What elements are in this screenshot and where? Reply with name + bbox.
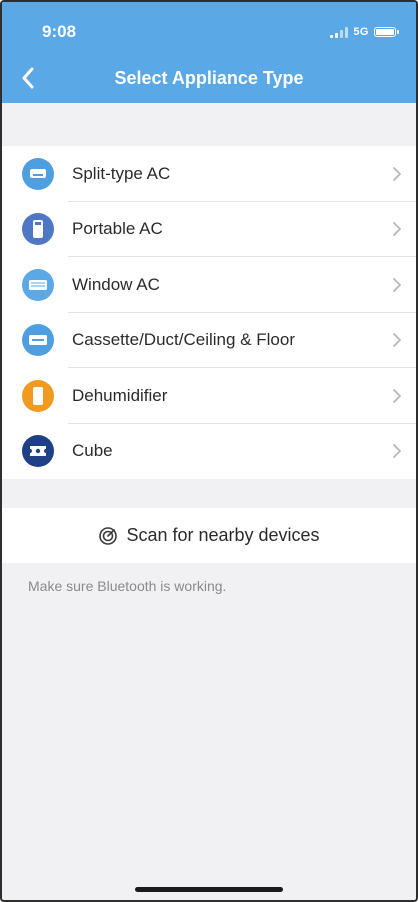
- battery-icon: [374, 27, 399, 37]
- chevron-right-icon: [393, 333, 401, 348]
- chevron-right-icon: [393, 444, 401, 459]
- appliance-item-split-ac[interactable]: Split-type AC: [2, 146, 416, 202]
- window-ac-icon: [22, 268, 54, 301]
- chevron-right-icon: [393, 388, 401, 403]
- appliance-label: Cube: [72, 441, 113, 461]
- header: 9:08 5G Select Appliance Type: [2, 2, 416, 103]
- appliance-item-cube[interactable]: Cube: [2, 424, 416, 480]
- appliance-item-dehumidifier[interactable]: Dehumidifier: [2, 368, 416, 424]
- bluetooth-hint: Make sure Bluetooth is working.: [28, 578, 227, 594]
- chevron-left-icon: [22, 67, 34, 89]
- network-label: 5G: [353, 26, 369, 38]
- appliance-label: Split-type AC: [72, 163, 171, 183]
- back-button[interactable]: [14, 64, 42, 92]
- appliance-label: Cassette/Duct/Ceiling & Floor: [72, 330, 295, 350]
- status-icons: 5G: [330, 26, 399, 38]
- appliance-list: Split-type AC Portable AC Window AC Cass…: [2, 146, 416, 479]
- chevron-right-icon: [393, 166, 401, 181]
- signal-icon: [330, 26, 349, 38]
- appliance-item-portable-ac[interactable]: Portable AC: [2, 202, 416, 257]
- scan-icon: [99, 526, 118, 545]
- chevron-right-icon: [393, 222, 401, 237]
- chevron-right-icon: [393, 277, 401, 292]
- dehumidifier-icon: [22, 379, 54, 412]
- home-indicator[interactable]: [135, 887, 283, 892]
- cube-icon: [22, 435, 54, 468]
- scan-nearby-button[interactable]: Scan for nearby devices: [2, 508, 416, 563]
- phone-screen: 9:08 5G Select Appliance Type Split-type…: [0, 0, 418, 902]
- portable-ac-icon: [22, 213, 54, 246]
- appliance-label: Window AC: [72, 274, 160, 294]
- appliance-label: Dehumidifier: [72, 385, 168, 405]
- scan-label: Scan for nearby devices: [126, 525, 320, 545]
- appliance-item-window-ac[interactable]: Window AC: [2, 257, 416, 313]
- split-ac-icon: [22, 157, 54, 190]
- appliance-label: Portable AC: [72, 219, 163, 239]
- page-title: Select Appliance Type: [114, 67, 304, 88]
- cassette-ac-icon: [22, 324, 54, 357]
- status-bar: 9:08 5G: [2, 2, 416, 52]
- status-time: 9:08: [42, 22, 77, 41]
- nav-bar: Select Appliance Type: [2, 54, 416, 102]
- appliance-item-cassette-ac[interactable]: Cassette/Duct/Ceiling & Floor: [2, 313, 416, 368]
